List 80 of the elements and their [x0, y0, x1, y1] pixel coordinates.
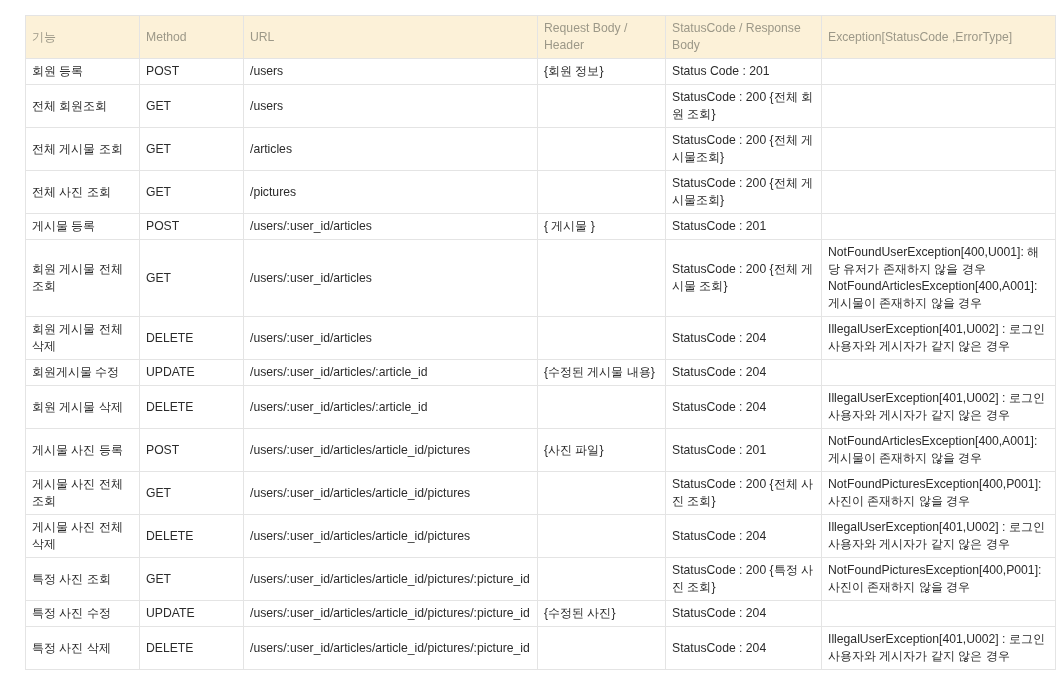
response-cell: StatusCode : 200 {전체 사진 조회}	[665, 471, 822, 515]
exception-text: IllegalUserException[401,U002] : 로그인 사용자와 게시자가 같지 않은 경우	[828, 390, 1046, 424]
method-cell: POST	[139, 213, 244, 240]
response-cell: StatusCode : 204	[665, 359, 822, 386]
response-cell: StatusCode : 200 {전체 게시물 조회}	[665, 239, 822, 317]
feature-cell: 전체 사진 조회	[25, 170, 140, 214]
column-header: Method	[139, 15, 244, 59]
method-cell: UPDATE	[139, 359, 244, 386]
exception-text: IllegalUserException[401,U002] : 로그인 사용자와 게시자가 같지 않은 경우	[828, 631, 1046, 665]
feature-cell: 전체 회원조회	[25, 84, 140, 128]
response-cell: StatusCode : 204	[665, 600, 822, 627]
response-cell: StatusCode : 200 {전체 회원 조회}	[665, 84, 822, 128]
feature-cell: 특정 사진 수정	[25, 600, 140, 627]
feature-cell: 게시물 등록	[25, 213, 140, 240]
method-cell: DELETE	[139, 514, 244, 558]
feature-cell: 회원 게시물 삭제	[25, 385, 140, 429]
exception-text: NotFoundUserException[400,U001]: 해당 유저가 존재하지 않을 경우	[828, 244, 1041, 278]
exception-text: NotFoundPicturesException[400,P001]: 사진이 존재하지 않을 경우	[828, 562, 1043, 596]
exception-text: NotFoundArticlesException[400,A001]: 게시물이 존재하지 않을 경우	[828, 433, 1039, 467]
column-header: Exception[StatusCode ,ErrorType]	[821, 15, 1056, 59]
feature-cell: 게시물 사진 전체 조회	[25, 471, 140, 515]
response-cell: StatusCode : 200 {전체 게시물조회}	[665, 170, 822, 214]
url-cell: /users/:user_id/articles/article_id/pictures/:picture_id	[243, 626, 538, 670]
request-body-cell: {사진 파일}	[537, 428, 666, 472]
feature-cell: 게시물 사진 전체 삭제	[25, 514, 140, 558]
request-body-cell: {수정된 사진}	[537, 600, 666, 627]
url-cell: /users	[243, 84, 538, 128]
exception-text: IllegalUserException[401,U002] : 로그인 사용자와 게시자가 같지 않은 경우	[828, 321, 1046, 355]
method-cell: GET	[139, 471, 244, 515]
response-cell: StatusCode : 204	[665, 316, 822, 360]
url-cell: /users/:user_id/articles/:article_id	[243, 359, 538, 386]
method-cell: GET	[139, 84, 244, 128]
response-cell: Status Code : 201	[665, 58, 822, 85]
exception-text: NotFoundPicturesException[400,P001]: 사진이 존재하지 않을 경우	[828, 476, 1043, 510]
column-header: StatusCode / Response Body	[665, 15, 822, 59]
response-cell: StatusCode : 204	[665, 514, 822, 558]
url-cell: /users/:user_id/articles/article_id/pictures/:picture_id	[243, 600, 538, 627]
method-cell: GET	[139, 557, 244, 601]
column-header: URL	[243, 15, 538, 59]
feature-cell: 회원게시물 수정	[25, 359, 140, 386]
feature-cell: 특정 사진 조회	[25, 557, 140, 601]
method-cell: GET	[139, 239, 244, 317]
method-cell: POST	[139, 58, 244, 85]
response-cell: StatusCode : 200 {전체 게시물조회}	[665, 127, 822, 171]
method-cell: GET	[139, 170, 244, 214]
url-cell: /users/:user_id/articles/:article_id	[243, 385, 538, 429]
response-cell: StatusCode : 204	[665, 385, 822, 429]
response-cell: StatusCode : 200 {특정 사진 조회}	[665, 557, 822, 601]
feature-cell: 회원 게시물 전체 조회	[25, 239, 140, 317]
feature-cell: 회원 게시물 전체 삭제	[25, 316, 140, 360]
url-cell: /pictures	[243, 170, 538, 214]
url-cell: /users/:user_id/articles	[243, 316, 538, 360]
feature-cell: 전체 게시물 조회	[25, 127, 140, 171]
url-cell: /users	[243, 58, 538, 85]
url-cell: /users/:user_id/articles	[243, 239, 538, 317]
response-cell: StatusCode : 201	[665, 428, 822, 472]
feature-cell: 특정 사진 삭제	[25, 626, 140, 670]
url-cell: /users/:user_id/articles/article_id/pictures	[243, 471, 538, 515]
response-cell: StatusCode : 204	[665, 626, 822, 670]
request-body-cell: {수정된 게시물 내용}	[537, 359, 666, 386]
exception-text: NotFoundArticlesException[400,A001]: 게시물이 존재하지 않을 경우	[828, 278, 1039, 312]
url-cell: /users/:user_id/articles/article_id/pictures	[243, 514, 538, 558]
method-cell: DELETE	[139, 316, 244, 360]
method-cell: POST	[139, 428, 244, 472]
url-cell: /articles	[243, 127, 538, 171]
method-cell: GET	[139, 127, 244, 171]
feature-cell: 게시물 사진 등록	[25, 428, 140, 472]
column-header: Request Body / Header	[537, 15, 666, 59]
url-cell: /users/:user_id/articles	[243, 213, 538, 240]
request-body-cell: { 게시물 }	[537, 213, 666, 240]
feature-cell: 회원 등록	[25, 58, 140, 85]
method-cell: DELETE	[139, 385, 244, 429]
column-header: 기능	[25, 15, 140, 59]
method-cell: UPDATE	[139, 600, 244, 627]
request-body-cell: {회원 정보}	[537, 58, 666, 85]
url-cell: /users/:user_id/articles/article_id/pictures	[243, 428, 538, 472]
exception-text: IllegalUserException[401,U002] : 로그인 사용자와 게시자가 같지 않은 경우	[828, 519, 1046, 553]
response-cell: StatusCode : 201	[665, 213, 822, 240]
method-cell: DELETE	[139, 626, 244, 670]
url-cell: /users/:user_id/articles/article_id/pictures/:picture_id	[243, 557, 538, 601]
